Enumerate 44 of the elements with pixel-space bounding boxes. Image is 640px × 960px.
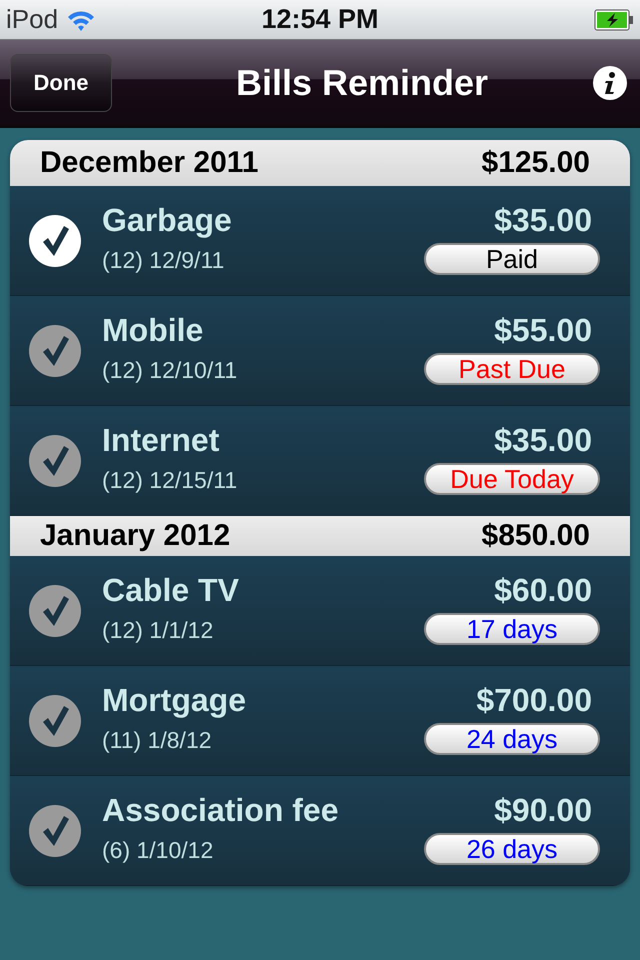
status-badge: Past Due [424,353,600,385]
status-badge: Due Today [424,463,600,495]
check-icon[interactable] [28,694,82,748]
bill-amount: $60.00 [494,572,592,609]
section-header: January 2012 $850.00 [10,516,630,556]
check-icon[interactable] [28,804,82,858]
bill-date: (12) 12/10/11 [102,356,238,384]
carrier-label: iPod [6,4,58,35]
battery-icon [594,8,634,30]
bill-row[interactable]: Internet (12) 12/15/11 $35.00 Due Today [10,406,630,516]
bill-date: (12) 12/15/11 [102,466,238,494]
status-badge: 24 days [424,723,600,755]
check-icon[interactable] [28,434,82,488]
done-button[interactable]: Done [10,54,112,112]
bill-amount: $700.00 [476,682,592,719]
clock-label: 12:54 PM [261,4,379,35]
bill-amount: $35.00 [494,422,592,459]
bill-date: (12) 12/9/11 [102,246,224,274]
bill-row[interactable]: Garbage (12) 12/9/11 $35.00 Paid [10,186,630,296]
bill-amount: $90.00 [494,792,592,829]
bill-date: (11) 1/8/12 [102,726,212,754]
check-icon[interactable] [28,324,82,378]
bill-name: Garbage [102,202,232,238]
bill-row[interactable]: Mortgage (11) 1/8/12 $700.00 24 days [10,666,630,776]
bill-amount: $35.00 [494,202,592,239]
bill-row[interactable]: Mobile (12) 12/10/11 $55.00 Past Due [10,296,630,406]
status-badge: 26 days [424,833,600,865]
status-badge: Paid [424,243,600,275]
bill-name: Mortgage [102,682,246,718]
check-icon[interactable] [28,214,82,268]
bill-row[interactable]: Association fee (6) 1/10/12 $90.00 26 days [10,776,630,886]
bill-name: Internet [102,422,220,458]
bill-name: Association fee [102,792,339,828]
bill-date: (12) 1/1/12 [102,616,214,644]
info-icon[interactable] [592,65,628,101]
status-badge: 17 days [424,613,600,645]
bill-date: (6) 1/10/12 [102,836,214,864]
bill-name: Mobile [102,312,204,348]
window-title: Bills Reminder [236,62,488,104]
check-icon[interactable] [28,584,82,638]
bill-row[interactable]: Cable TV (12) 1/1/12 $60.00 17 days [10,556,630,666]
section-header: December 2011 $125.00 [10,140,630,186]
bill-amount: $55.00 [494,312,592,349]
bill-name: Cable TV [102,572,239,608]
